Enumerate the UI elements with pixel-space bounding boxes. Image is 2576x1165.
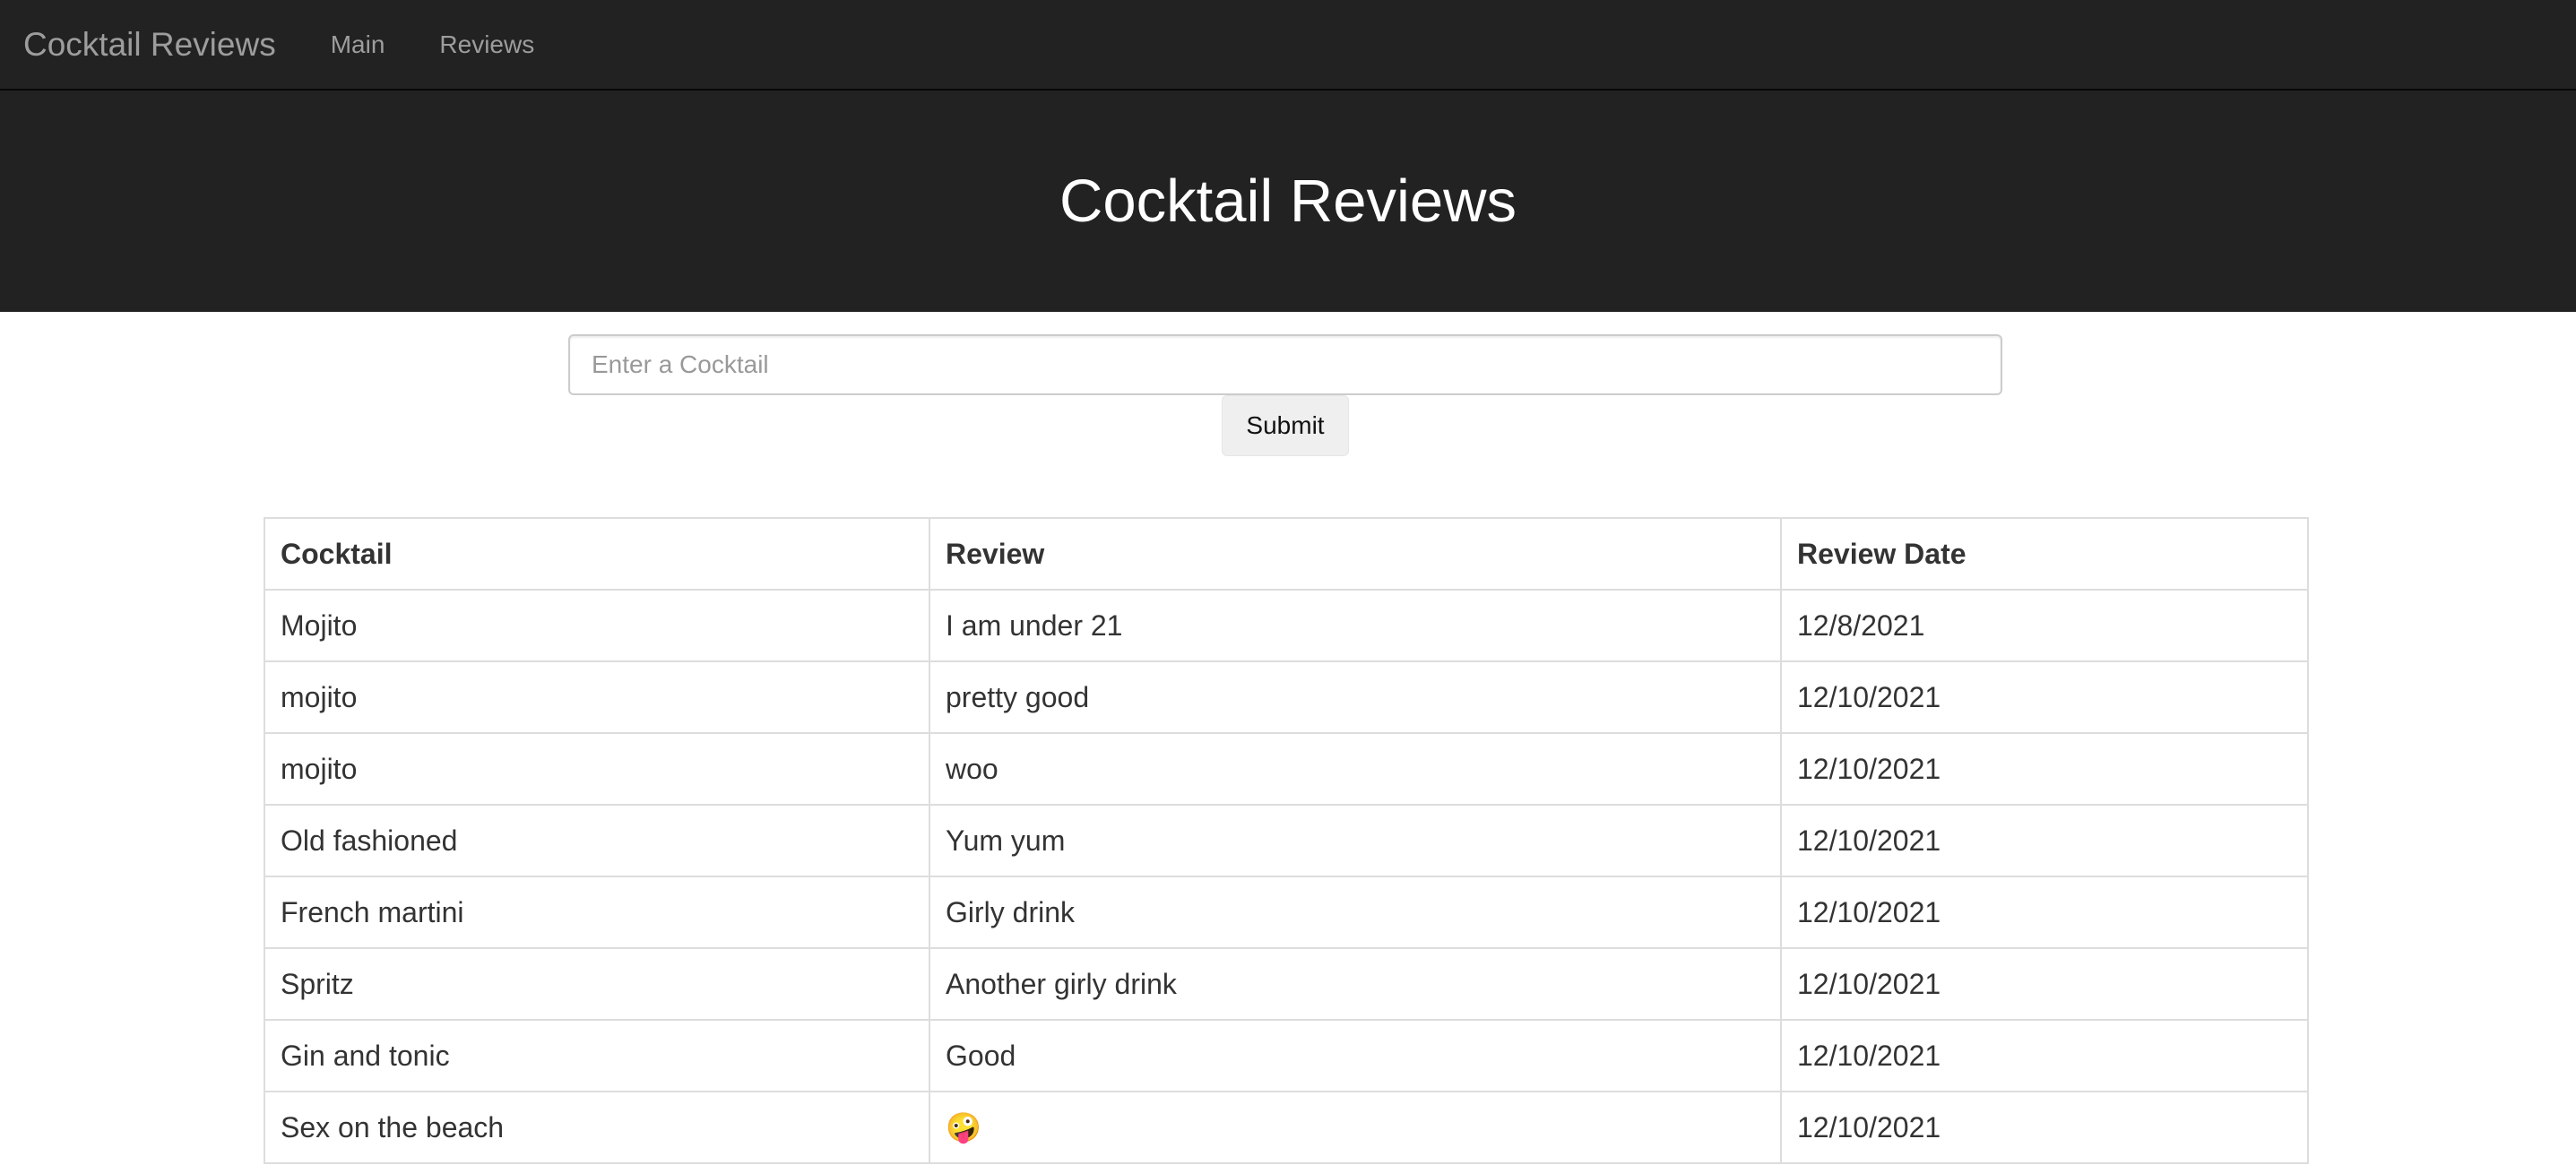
navbar-brand[interactable]: Cocktail Reviews [23, 28, 276, 61]
nav-link-main[interactable]: Main [331, 31, 385, 57]
column-header-cocktail: Cocktail [264, 517, 930, 591]
review-cell: Good [929, 1019, 1782, 1092]
review-date-cell: 12/10/2021 [1780, 804, 2309, 877]
table-row: Mojito I am under 21 12/8/2021 [264, 589, 2309, 662]
reviews-table-container: Cocktail Review Review Date Mojito I am … [264, 517, 2309, 1164]
table-row: mojito pretty good 12/10/2021 [264, 660, 2309, 734]
cocktail-cell: Old fashioned [264, 804, 930, 877]
column-header-review-date: Review Date [1780, 517, 2309, 591]
table-row: Spritz Another girly drink 12/10/2021 [264, 947, 2309, 1021]
review-cell: 🤪 [929, 1091, 1782, 1164]
table-row: Old fashioned Yum yum 12/10/2021 [264, 804, 2309, 877]
table-row: Gin and tonic Good 12/10/2021 [264, 1019, 2309, 1092]
cocktail-cell: mojito [264, 660, 930, 734]
hero-banner: Cocktail Reviews [0, 91, 2576, 312]
cocktail-cell: Spritz [264, 947, 930, 1021]
cocktail-cell: Mojito [264, 589, 930, 662]
review-date-cell: 12/10/2021 [1780, 876, 2309, 949]
review-cell: Another girly drink [929, 947, 1782, 1021]
submit-button[interactable]: Submit [1222, 395, 1349, 456]
review-cell: I am under 21 [929, 589, 1782, 662]
review-cell: Girly drink [929, 876, 1782, 949]
cocktail-search-input[interactable] [568, 334, 2002, 395]
nav-link-reviews[interactable]: Reviews [439, 31, 534, 57]
review-cell: woo [929, 732, 1782, 806]
review-date-cell: 12/10/2021 [1780, 947, 2309, 1021]
page-title: Cocktail Reviews [1059, 168, 1517, 235]
cocktail-cell: French martini [264, 876, 930, 949]
review-cell: pretty good [929, 660, 1782, 734]
review-date-cell: 12/10/2021 [1780, 1019, 2309, 1092]
cocktail-cell: Gin and tonic [264, 1019, 930, 1092]
cocktail-cell: Sex on the beach [264, 1091, 930, 1164]
review-date-cell: 12/10/2021 [1780, 660, 2309, 734]
review-date-cell: 12/8/2021 [1780, 589, 2309, 662]
table-header-row: Cocktail Review Review Date [264, 517, 2309, 591]
review-date-cell: 12/10/2021 [1780, 732, 2309, 806]
reviews-table: Cocktail Review Review Date Mojito I am … [264, 517, 2309, 1164]
review-cell: Yum yum [929, 804, 1782, 877]
table-row: mojito woo 12/10/2021 [264, 732, 2309, 806]
table-row: French martini Girly drink 12/10/2021 [264, 876, 2309, 949]
table-row: Sex on the beach 🤪 12/10/2021 [264, 1091, 2309, 1164]
cocktail-cell: mojito [264, 732, 930, 806]
navbar: Cocktail Reviews Main Reviews [0, 0, 2576, 91]
column-header-review: Review [929, 517, 1782, 591]
review-date-cell: 12/10/2021 [1780, 1091, 2309, 1164]
